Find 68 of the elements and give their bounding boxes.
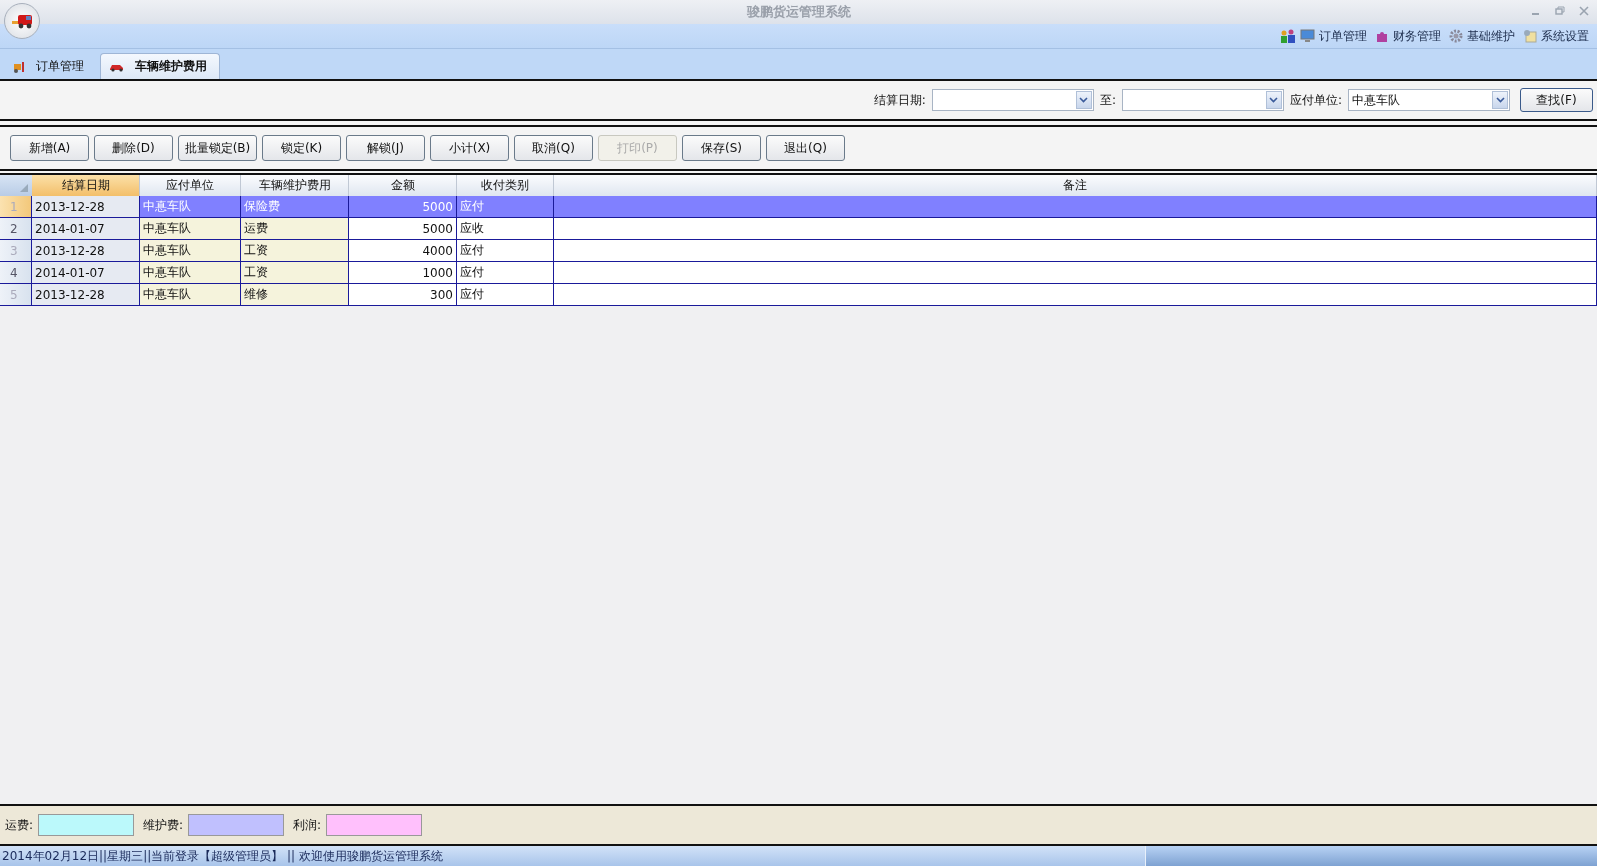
puzzle-icon (1375, 29, 1389, 43)
payee-dropdown[interactable]: 中惪车队 (1348, 89, 1510, 111)
toolbar-button[interactable]: 删除(D) (94, 135, 173, 161)
menu-item[interactable]: 财务管理 (1393, 27, 1441, 45)
table-cell: 5000 (349, 196, 457, 217)
tab[interactable]: 车辆维护费用 (100, 53, 220, 79)
monitor-icon (1300, 29, 1315, 43)
toolbar-button[interactable]: 退出(Q) (766, 135, 845, 161)
table-cell: 4000 (349, 240, 457, 261)
restore-icon[interactable] (1555, 6, 1565, 16)
menu-item[interactable]: 订单管理 (1319, 27, 1367, 45)
search-button[interactable]: 查找(F) (1520, 88, 1593, 112)
table-cell: 应收 (457, 218, 554, 239)
row-number[interactable]: 4 (0, 262, 32, 283)
table-cell: 中惪车队 (140, 284, 241, 305)
window-title: 骏鹏货运管理系统 (746, 3, 851, 21)
table-cell: 2014-01-07 (32, 262, 140, 283)
select-all-corner[interactable] (0, 175, 32, 196)
row-number[interactable]: 2 (0, 218, 32, 239)
table-cell: 维修 (241, 284, 349, 305)
table-cell: 中惪车队 (140, 240, 241, 261)
table-cell: 中惪车队 (140, 218, 241, 239)
table-cell: 中惪车队 (140, 196, 241, 217)
toolbar-button[interactable]: 取消(Q) (514, 135, 593, 161)
table-cell: 2013-12-28 (32, 284, 140, 305)
table-cell: 应付 (457, 196, 554, 217)
table-cell: 应付 (457, 284, 554, 305)
column-header[interactable]: 结算日期 (32, 175, 140, 196)
toolbar-button[interactable]: 解锁(J) (346, 135, 425, 161)
forklift-icon (12, 59, 26, 74)
table-cell: 应付 (457, 240, 554, 261)
table-cell: 运费 (241, 218, 349, 239)
triangle-icon (19, 183, 29, 193)
settings-icon (1523, 29, 1537, 43)
toolbar-button[interactable]: 小计(X) (430, 135, 509, 161)
total-field[interactable] (326, 814, 423, 836)
toolbar-button[interactable]: 保存(S) (682, 135, 761, 161)
toolbar-button[interactable]: 批量锁定(B) (178, 135, 257, 161)
date-field[interactable] (931, 89, 1094, 111)
date-field[interactable] (1121, 89, 1284, 111)
field-label: 利润: (293, 816, 322, 834)
table-cell: 2013-12-28 (32, 196, 140, 217)
field-label: 维护费: (143, 816, 184, 834)
table-cell: 300 (349, 284, 457, 305)
tab[interactable]: 订单管理 (4, 54, 96, 79)
table-cell: 保险费 (241, 196, 349, 217)
field-label: 结算日期: (873, 91, 926, 109)
table-cell: 5000 (349, 218, 457, 239)
field-label: 应付单位: (1289, 91, 1342, 109)
toolbar-button[interactable]: 锁定(K) (262, 135, 341, 161)
table-cell: 工资 (241, 262, 349, 283)
menu-item[interactable]: 基础维护 (1467, 27, 1515, 45)
menu-item[interactable]: 系统设置 (1541, 27, 1589, 45)
gear-icon (1449, 29, 1463, 43)
users-icon[interactable] (1280, 28, 1296, 44)
table-cell: 应付 (457, 262, 554, 283)
field-label: 运费: (5, 816, 34, 834)
close-icon[interactable] (1579, 6, 1589, 16)
total-field[interactable] (38, 814, 135, 836)
table-cell: 1000 (349, 262, 457, 283)
table-cell: 工资 (241, 240, 349, 261)
table-cell: 2014-01-07 (32, 218, 140, 239)
total-field[interactable] (188, 814, 285, 836)
table-cell: 2013-12-28 (32, 240, 140, 261)
app-logo-icon[interactable] (4, 3, 40, 39)
field-label: 至: (1099, 91, 1116, 109)
toolbar-button[interactable]: 新增(A) (10, 135, 89, 161)
table-cell: 中惪车队 (140, 262, 241, 283)
